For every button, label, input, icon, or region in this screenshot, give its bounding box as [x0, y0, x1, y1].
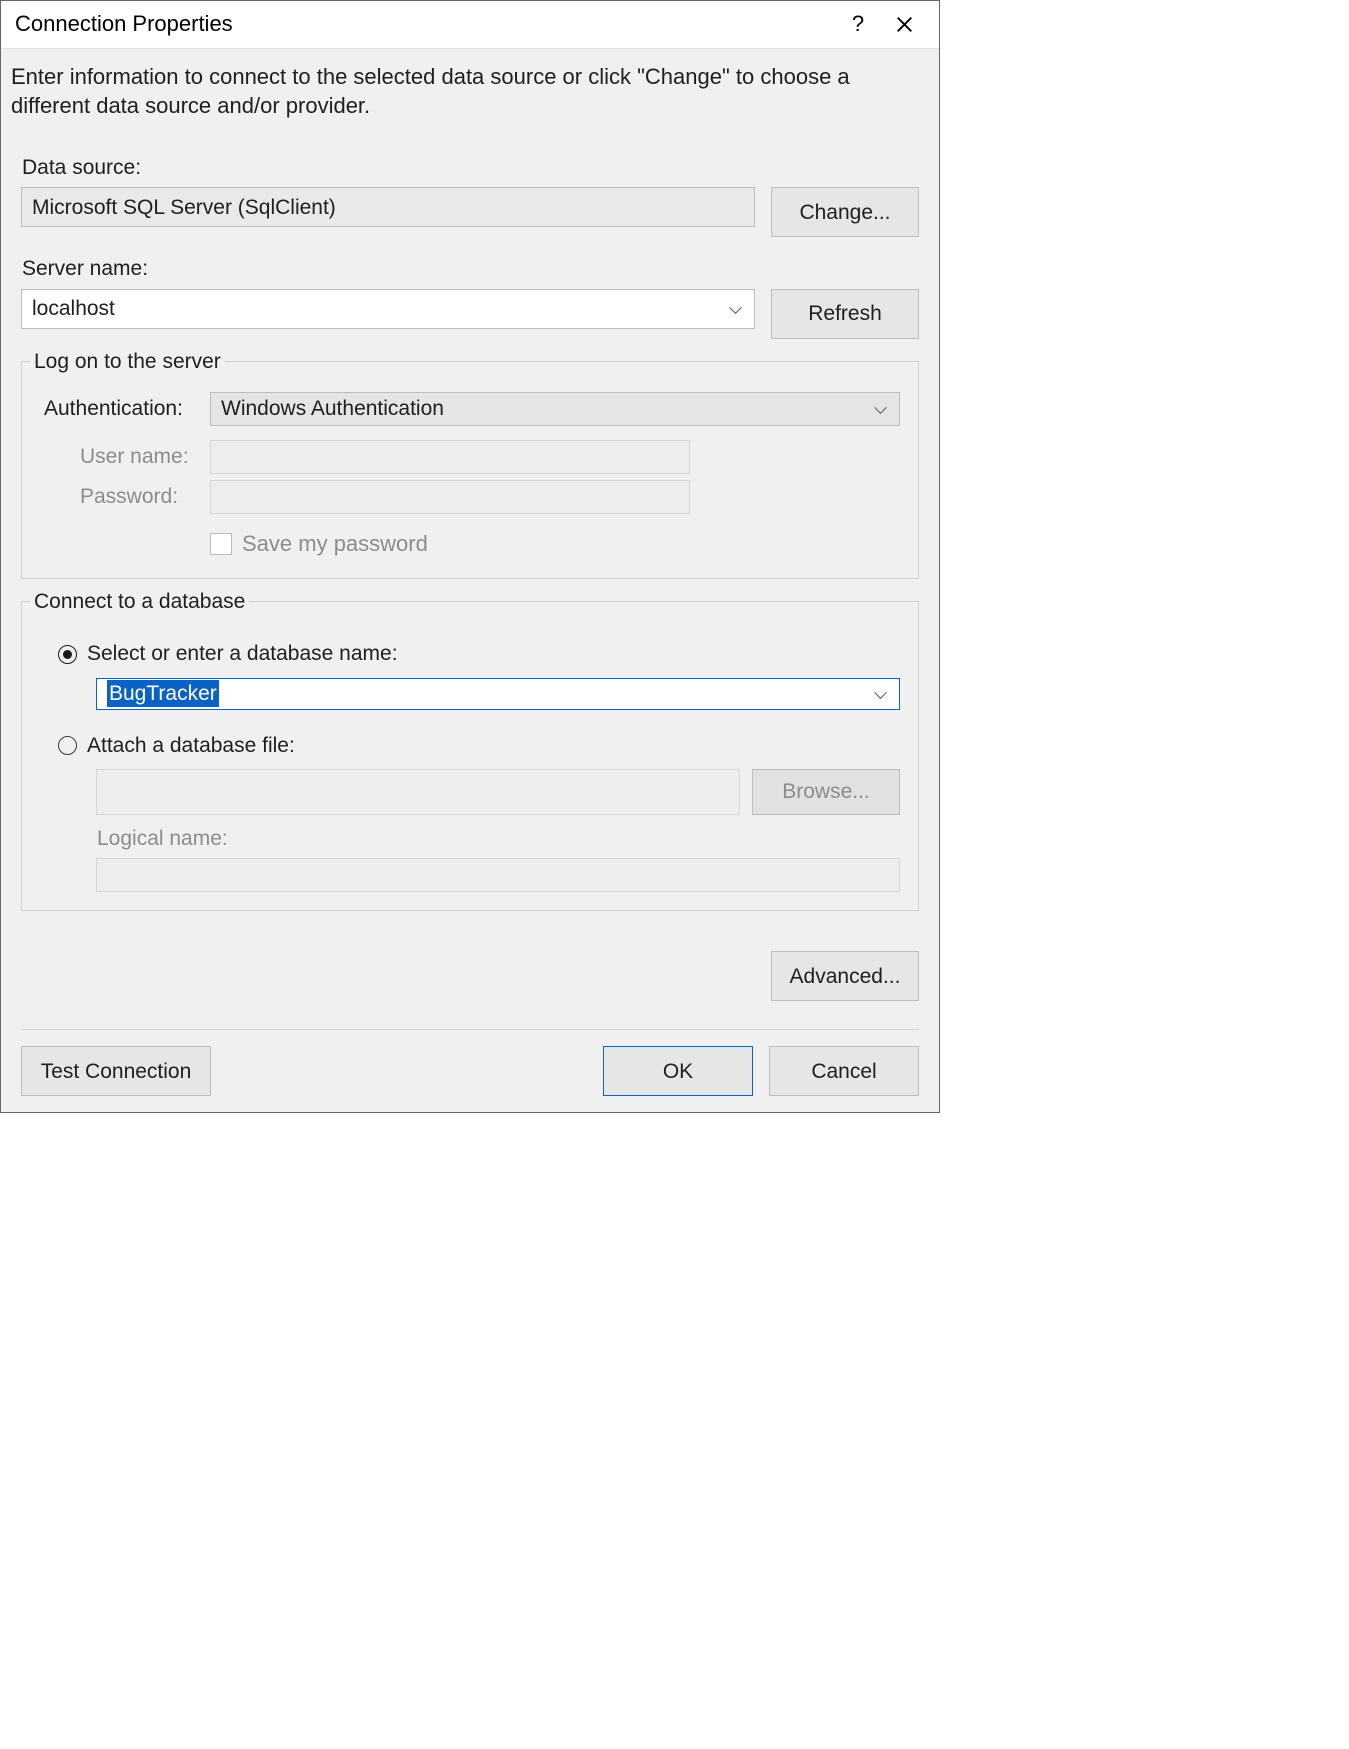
logical-name-label: Logical name:	[97, 825, 900, 852]
refresh-button[interactable]: Refresh	[771, 289, 919, 339]
authentication-combo[interactable]: Windows Authentication	[210, 392, 900, 426]
advanced-button[interactable]: Advanced...	[771, 951, 919, 1001]
authentication-label: Authentication:	[40, 395, 210, 422]
advanced-button-label: Advanced...	[790, 963, 901, 990]
test-connection-label: Test Connection	[41, 1058, 192, 1085]
dialog-instruction: Enter information to connect to the sele…	[1, 49, 939, 150]
radio-select-database[interactable]	[58, 645, 77, 664]
radio-attach-file-label: Attach a database file:	[87, 732, 295, 759]
database-group-caption: Connect to a database	[30, 588, 249, 615]
ok-button-label: OK	[663, 1058, 693, 1085]
data-source-value: Microsoft SQL Server (SqlClient)	[32, 194, 336, 221]
logical-name-field	[96, 858, 900, 892]
database-name-value: BugTracker	[107, 680, 219, 707]
window-title: Connection Properties	[15, 10, 233, 39]
server-name-label: Server name:	[22, 255, 919, 282]
logon-group: Log on to the server Authentication: Win…	[21, 361, 919, 580]
attach-file-field	[96, 769, 740, 815]
server-name-combo[interactable]: localhost	[21, 289, 755, 329]
username-label: User name:	[76, 443, 210, 470]
radio-attach-file[interactable]	[58, 736, 77, 755]
cancel-button-label: Cancel	[811, 1058, 876, 1085]
change-button[interactable]: Change...	[771, 187, 919, 237]
dialog-connection-properties: Connection Properties ? Enter informatio…	[0, 0, 940, 1113]
save-password-checkbox	[210, 533, 232, 555]
change-button-label: Change...	[799, 199, 890, 226]
database-name-combo[interactable]: BugTracker	[96, 678, 900, 710]
logon-group-caption: Log on to the server	[30, 348, 225, 375]
username-field	[210, 440, 690, 474]
data-source-field: Microsoft SQL Server (SqlClient)	[21, 187, 755, 227]
radio-select-database-label: Select or enter a database name:	[87, 640, 398, 667]
refresh-button-label: Refresh	[808, 300, 882, 327]
help-icon[interactable]: ?	[835, 1, 881, 48]
data-source-label: Data source:	[22, 154, 919, 181]
authentication-value: Windows Authentication	[221, 395, 444, 422]
server-name-value: localhost	[32, 295, 115, 322]
password-label: Password:	[76, 483, 210, 510]
title-bar: Connection Properties ?	[1, 1, 939, 49]
browse-button: Browse...	[752, 769, 900, 815]
password-field	[210, 480, 690, 514]
cancel-button[interactable]: Cancel	[769, 1046, 919, 1096]
database-group: Connect to a database Select or enter a …	[21, 601, 919, 911]
browse-button-label: Browse...	[782, 778, 870, 805]
close-icon[interactable]	[881, 1, 927, 48]
ok-button[interactable]: OK	[603, 1046, 753, 1096]
save-password-label: Save my password	[242, 530, 428, 559]
test-connection-button[interactable]: Test Connection	[21, 1046, 211, 1096]
